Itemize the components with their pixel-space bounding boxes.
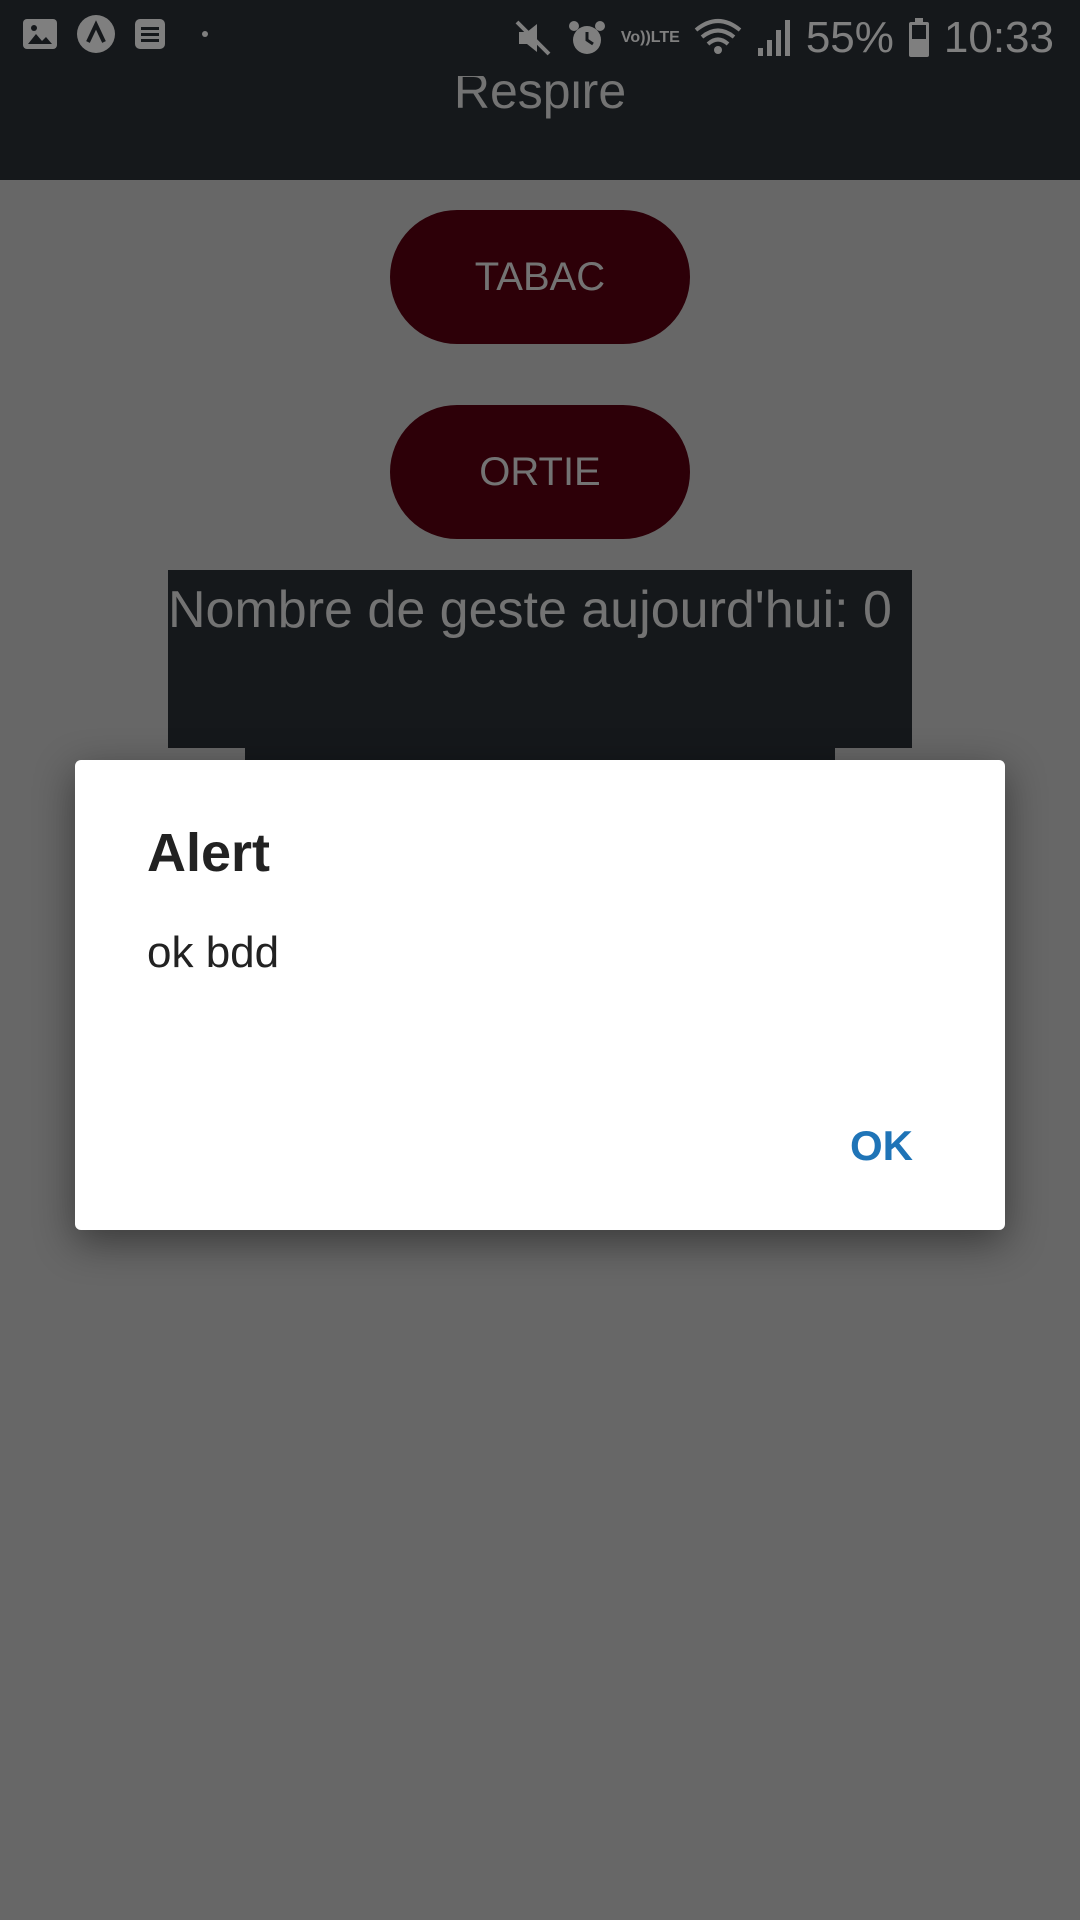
alert-dialog: Alert ok bdd OK	[75, 760, 1005, 1230]
dialog-message: ok bdd	[147, 928, 280, 977]
ok-button[interactable]: OK	[850, 1122, 913, 1170]
dialog-title: Alert	[147, 823, 271, 883]
